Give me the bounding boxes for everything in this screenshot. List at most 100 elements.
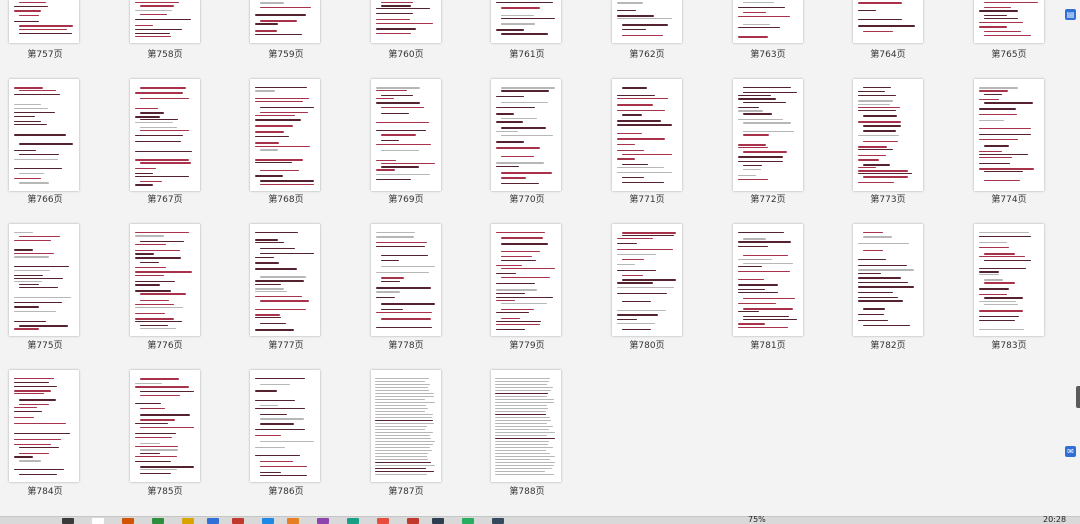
thumb-text-line [617, 323, 655, 324]
page-thumb-783[interactable] [974, 224, 1044, 336]
thumb-text-line [496, 283, 535, 284]
taskbar-app-6-icon[interactable] [232, 518, 244, 524]
thumb-text-line [140, 443, 160, 444]
taskbar-app-2-icon[interactable] [122, 518, 134, 524]
taskbar-app-9-icon[interactable] [317, 518, 329, 524]
page-thumb-770[interactable] [491, 79, 561, 191]
page-thumb-788[interactable] [491, 370, 561, 482]
thumb-text-line [14, 328, 39, 330]
thumb-text-line [260, 418, 304, 420]
thumb-text-line [135, 244, 166, 245]
taskbar-app-5-icon[interactable] [207, 518, 219, 524]
thumb-text-line [255, 125, 293, 127]
page-thumb-787[interactable] [371, 370, 441, 482]
page-thumb-769[interactable] [371, 79, 441, 191]
thumb-text-line [495, 444, 548, 445]
thumb-text-line [375, 471, 434, 472]
taskbar-app-8-icon[interactable] [287, 518, 299, 524]
taskbar-app-3-icon[interactable] [152, 518, 164, 524]
page-thumb-767[interactable] [130, 79, 200, 191]
thumb-text-line [617, 138, 665, 140]
page-thumb-766[interactable] [9, 79, 79, 191]
thumb-text-line [738, 311, 759, 312]
page-thumb-786[interactable] [250, 370, 320, 482]
taskbar-app-7-icon[interactable] [262, 518, 274, 524]
page-thumb-765[interactable] [974, 0, 1044, 43]
page-grid-viewer[interactable]: 第757页 第758页 第759页 第760页 第761页 第762页 第763… [0, 0, 1080, 516]
thumb-text-line [496, 329, 525, 330]
page-thumb-780[interactable] [612, 224, 682, 336]
thumb-text-line [260, 253, 314, 254]
thumb-text-line [863, 31, 893, 32]
page-thumb-785[interactable] [130, 370, 200, 482]
taskbar-app-15-icon[interactable] [492, 518, 504, 524]
taskbar-app-1-icon[interactable] [92, 518, 104, 524]
thumb-text-line [381, 95, 413, 96]
thumb-text-line [496, 232, 545, 233]
thumb-text-line [375, 465, 435, 466]
page-thumb-784[interactable] [9, 370, 79, 482]
taskbar-app-11-icon[interactable] [377, 518, 389, 524]
chat-icon[interactable]: ✉ [1065, 446, 1076, 457]
page-thumb-774[interactable] [974, 79, 1044, 191]
page-thumb-761[interactable] [491, 0, 561, 43]
document-icon[interactable]: ▤ [1065, 9, 1076, 20]
page-thumb-778[interactable] [371, 224, 441, 336]
thumb-text-line [622, 275, 643, 276]
thumb-text-line [135, 284, 160, 286]
thumb-text-line [743, 316, 789, 317]
thumb-text-line [984, 31, 1021, 32]
thumb-text-line [381, 5, 411, 7]
thumb-text-line [984, 145, 1009, 147]
page-label-757: 第757页 [27, 50, 63, 60]
page-label-780: 第780页 [629, 341, 665, 351]
thumb-text-line [375, 405, 426, 406]
page-thumb-768[interactable] [250, 79, 320, 191]
page-label-786: 第786页 [268, 487, 304, 497]
page-label-776: 第776页 [147, 341, 183, 351]
page-thumb-779[interactable] [491, 224, 561, 336]
thumb-text-line [622, 24, 668, 26]
taskbar-app-4-icon[interactable] [182, 518, 194, 524]
page-thumb-775[interactable] [9, 224, 79, 336]
taskbar-app-14-icon[interactable] [462, 518, 474, 524]
thumb-text-line [19, 287, 58, 288]
page-thumb-758[interactable] [130, 0, 200, 43]
page-thumb-764[interactable] [853, 0, 923, 43]
page-thumb-782[interactable] [853, 224, 923, 336]
side-panel-handle[interactable] [1076, 386, 1080, 408]
taskbar-app-10-icon[interactable] [347, 518, 359, 524]
page-thumb-771[interactable] [612, 79, 682, 191]
page-thumb-777[interactable] [250, 224, 320, 336]
thumb-text-line [863, 164, 890, 166]
page-label-783: 第783页 [991, 341, 1027, 351]
page-thumb-760[interactable] [371, 0, 441, 43]
thumb-text-line [984, 7, 1011, 8]
thumb-text-line [255, 34, 302, 35]
thumb-text-line [375, 402, 435, 403]
thumb-text-line [381, 166, 419, 168]
page-thumb-763[interactable] [733, 0, 803, 43]
taskbar-app-12-icon[interactable] [407, 518, 419, 524]
thumb-text-line [14, 249, 33, 251]
page-thumb-781[interactable] [733, 224, 803, 336]
thumb-text-line [495, 438, 555, 439]
thumb-text-line [738, 279, 764, 280]
thumb-text-line [375, 414, 433, 415]
thumb-text-line [260, 180, 314, 182]
thumb-text-line [260, 414, 287, 415]
page-thumb-762[interactable] [612, 0, 682, 43]
thumb-text-line [375, 393, 434, 394]
thumb-text-line [140, 98, 189, 99]
thumb-text-line [738, 303, 776, 304]
start-icon[interactable] [62, 518, 74, 524]
page-thumb-757[interactable] [9, 0, 79, 43]
page-thumb-773[interactable] [853, 79, 923, 191]
page-thumb-776[interactable] [130, 224, 200, 336]
taskbar-app-13-icon[interactable] [432, 518, 444, 524]
thumb-text-line [255, 239, 278, 241]
page-thumb-759[interactable] [250, 0, 320, 43]
page-thumb-772[interactable] [733, 79, 803, 191]
thumb-text-line [495, 396, 547, 397]
page-label-781: 第781页 [750, 341, 786, 351]
